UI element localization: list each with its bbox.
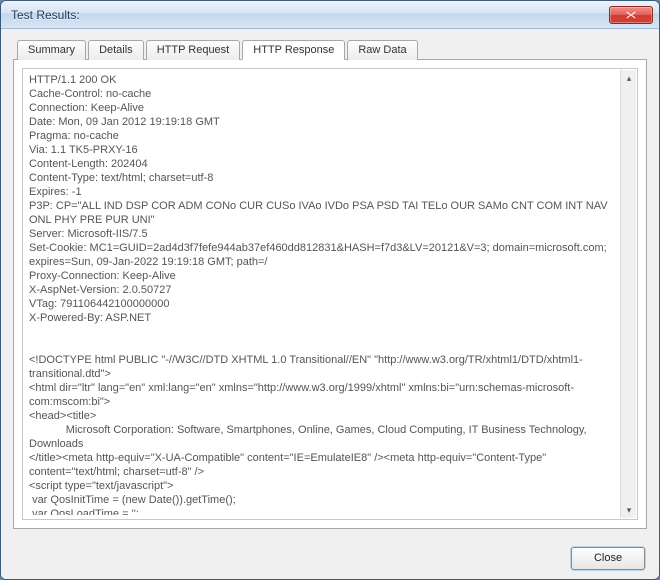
window-close-button[interactable] [609,6,653,24]
dialog-footer: Close [1,537,659,579]
tab-http-request[interactable]: HTTP Request [146,40,241,60]
close-icon [626,11,636,19]
tab-http-response[interactable]: HTTP Response [242,40,345,60]
scroll-down-arrow[interactable]: ▾ [621,502,637,518]
tab-summary[interactable]: Summary [17,40,86,60]
tab-panel: HTTP/1.1 200 OK Cache-Control: no-cache … [13,59,647,529]
tab-strip: Summary Details HTTP Request HTTP Respon… [17,39,647,59]
dialog-window: Test Results: Summary Details HTTP Reque… [0,0,660,580]
tab-details[interactable]: Details [88,40,144,60]
content-area: Summary Details HTTP Request HTTP Respon… [1,29,659,537]
scroll-up-arrow[interactable]: ▴ [621,70,637,86]
tab-raw-data[interactable]: Raw Data [347,40,417,60]
response-body-text[interactable]: HTTP/1.1 200 OK Cache-Control: no-cache … [29,73,619,515]
response-viewer: HTTP/1.1 200 OK Cache-Control: no-cache … [22,68,638,520]
vertical-scrollbar[interactable]: ▴ ▾ [620,70,636,518]
close-button[interactable]: Close [571,547,645,570]
titlebar: Test Results: [1,1,659,29]
window-title: Test Results: [11,8,609,22]
